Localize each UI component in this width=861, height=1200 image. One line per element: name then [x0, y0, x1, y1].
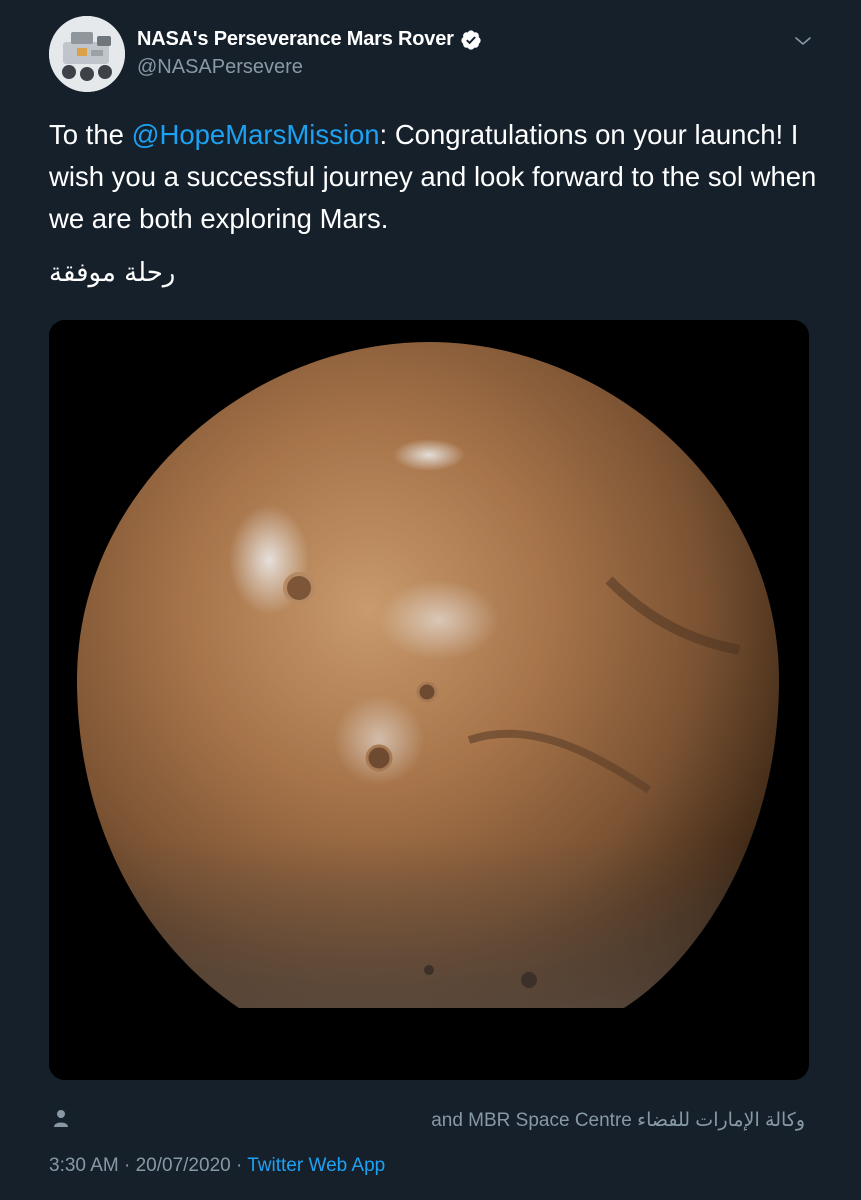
tweet-media-image[interactable]: [49, 320, 809, 1080]
tweet-text-prefix: To the: [49, 119, 132, 150]
media-credit-text[interactable]: وكالة الإمارات للفضاء and MBR Space Cent…: [431, 1109, 805, 1132]
author-handle[interactable]: @NASAPersevere: [137, 56, 303, 79]
mention-link[interactable]: @HopeMarsMission: [132, 119, 380, 150]
verified-badge-icon: [460, 29, 482, 51]
media-credit: وكالة الإمارات للفضاء and MBR Space Cent…: [49, 1105, 809, 1137]
tweet-meta-row: 3:30 AM · 20/07/2020 · Twitter Web App: [49, 1155, 385, 1177]
author-name-row[interactable]: NASA's Perseverance Mars Rover: [137, 28, 482, 51]
mars-planet-image: [49, 320, 809, 1080]
meta-separator: ·: [124, 1155, 131, 1176]
rover-avatar-icon: [49, 16, 125, 92]
tweet-source-link[interactable]: Twitter Web App: [247, 1155, 385, 1176]
avatar[interactable]: [49, 16, 125, 92]
author-display-name[interactable]: NASA's Perseverance Mars Rover: [137, 28, 454, 51]
tweet-arabic-line: رحلة موفقة: [49, 258, 176, 288]
person-icon: [53, 1109, 69, 1127]
tweet-time[interactable]: 3:30 AM: [49, 1155, 119, 1176]
tweet-text: To the @HopeMarsMission: Congratulations…: [49, 114, 819, 240]
meta-separator-2: ·: [235, 1155, 243, 1176]
tweet-date[interactable]: 20/07/2020: [136, 1155, 231, 1176]
chevron-down-icon[interactable]: [791, 30, 815, 52]
